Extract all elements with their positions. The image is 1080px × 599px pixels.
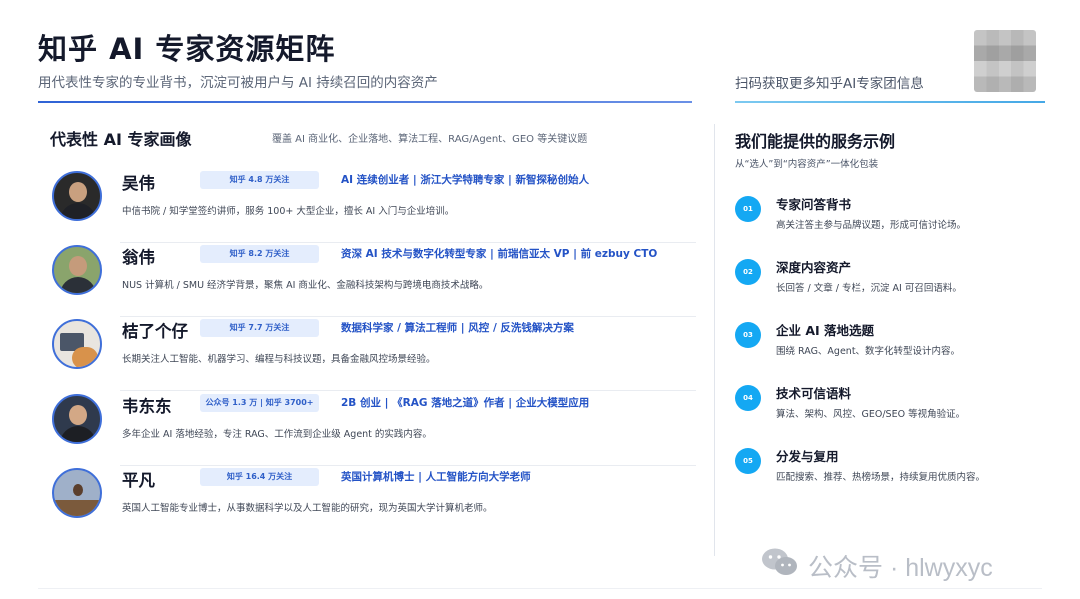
service-desc: 算法、架构、风控、GEO/SEO 等视角验证。 xyxy=(776,409,966,420)
service-item: 03 企业 AI 落地选题 围绕 RAG、Agent、数字化转型设计内容。 xyxy=(735,320,1055,376)
step-number-badge: 01 xyxy=(735,196,761,222)
service-item: 05 分发与复用 匹配搜索、推荐、热榜场景，持续复用优质内容。 xyxy=(735,446,1055,502)
step-number-badge: 03 xyxy=(735,322,761,348)
expert-card-ping-fan[interactable]: 平凡 知乎 16.4 万关注 英国计算机博士 | 人工智能方向大学老师 英国人工… xyxy=(50,466,696,540)
follower-badge: 知乎 7.7 万关注 xyxy=(200,319,319,337)
service-label: 企业 AI 落地选题 xyxy=(776,323,875,338)
service-label: 技术可信语料 xyxy=(776,386,852,401)
service-desc: 围绕 RAG、Agent、数字化转型设计内容。 xyxy=(776,346,961,357)
expert-role: 2B 创业 | 《RAG 落地之道》作者 | 企业大模型应用 xyxy=(341,397,590,409)
service-label: 专家问答背书 xyxy=(776,197,852,212)
watermark-text: 公众号 · hlwyxyc xyxy=(808,553,993,582)
expert-card-ju-le-ge-zai[interactable]: 桔了个仔 知乎 7.7 万关注 数据科学家 / 算法工程师 | 风控 / 反洗钱… xyxy=(50,317,696,391)
avatar xyxy=(52,245,102,295)
service-desc: 高关注答主参与品牌议题，形成可信讨论场。 xyxy=(776,220,967,231)
service-item: 01 专家问答背书 高关注答主参与品牌议题，形成可信讨论场。 xyxy=(735,194,1055,250)
expert-name: 吴伟 xyxy=(122,174,155,193)
expert-card-wu-wei[interactable]: 吴伟 知乎 4.8 万关注 AI 连续创业者 | 浙江大学特聘专家 | 新智探秘… xyxy=(50,169,696,243)
expert-desc: 长期关注人工智能、机器学习、编程与科技议题，具备金融风控场景经验。 xyxy=(122,354,436,365)
expert-name: 平凡 xyxy=(122,471,155,490)
expert-desc: 中信书院 / 知学堂签约讲师，服务 100+ 大型企业，擅长 AI 入门与企业培… xyxy=(122,206,455,217)
qr-code-image[interactable] xyxy=(974,30,1036,92)
service-desc: 长回答 / 文章 / 专栏，沉淀 AI 可召回语料。 xyxy=(776,283,962,294)
expert-role: 英国计算机博士 | 人工智能方向大学老师 xyxy=(341,471,531,483)
page-subtitle: 用代表性专家的专业背书，沉淀可被用户与 AI 持续召回的内容资产 xyxy=(38,75,438,91)
expert-desc: 英国人工智能专业博士，从事数据科学以及人工智能的研究，现为英国大学计算机老师。 xyxy=(122,503,493,514)
follower-badge: 知乎 16.4 万关注 xyxy=(200,468,319,486)
service-label: 分发与复用 xyxy=(776,449,839,464)
experts-section-note: 覆盖 AI 商业化、企业落地、算法工程、RAG/Agent、GEO 等关键议题 xyxy=(272,134,588,145)
follower-badge: 知乎 8.2 万关注 xyxy=(200,245,319,263)
service-item: 02 深度内容资产 长回答 / 文章 / 专栏，沉淀 AI 可召回语料。 xyxy=(735,257,1055,313)
follower-badge: 知乎 4.8 万关注 xyxy=(200,171,319,189)
row-divider xyxy=(120,390,696,391)
column-divider xyxy=(714,124,715,556)
header-divider xyxy=(38,101,692,103)
step-number-badge: 05 xyxy=(735,448,761,474)
step-number-badge: 04 xyxy=(735,385,761,411)
services-section-subtitle: 从“选人”到“内容资产”一体化包装 xyxy=(735,159,879,170)
avatar xyxy=(52,468,102,518)
service-label: 深度内容资产 xyxy=(776,260,852,275)
expert-role: 数据科学家 / 算法工程师 | 风控 / 反洗钱解决方案 xyxy=(341,322,574,334)
expert-desc: NUS 计算机 / SMU 经济学背景，聚焦 AI 商业化、金融科技架构与跨境电… xyxy=(122,280,489,291)
expert-name: 韦东东 xyxy=(122,397,172,416)
follower-badge: 公众号 1.3 万 | 知乎 3700+ xyxy=(200,394,319,412)
expert-role: AI 连续创业者 | 浙江大学特聘专家 | 新智探秘创始人 xyxy=(341,174,589,186)
expert-name: 翁伟 xyxy=(122,248,155,267)
experts-section-title: 代表性 AI 专家画像 xyxy=(50,130,192,149)
watermark: 公众号 · hlwyxyc xyxy=(760,546,993,585)
avatar xyxy=(52,319,102,369)
qr-divider xyxy=(735,101,1045,103)
service-item: 04 技术可信语料 算法、架构、风控、GEO/SEO 等视角验证。 xyxy=(735,383,1055,439)
expert-card-wei-dong-dong[interactable]: 韦东东 公众号 1.3 万 | 知乎 3700+ 2B 创业 | 《RAG 落地… xyxy=(50,392,696,466)
expert-desc: 多年企业 AI 落地经验，专注 RAG、工作流到企业级 Agent 的实践内容。 xyxy=(122,429,432,440)
expert-name: 桔了个仔 xyxy=(122,322,188,341)
page-title: 知乎 AI 专家资源矩阵 xyxy=(38,32,336,66)
expert-role: 资深 AI 技术与数字化转型专家 | 前瑞信亚太 VP | 前 ezbuy CT… xyxy=(341,248,658,260)
footer-divider xyxy=(38,588,1042,589)
avatar xyxy=(52,171,102,221)
wechat-icon xyxy=(760,546,800,585)
service-desc: 匹配搜索、推荐、热榜场景，持续复用优质内容。 xyxy=(776,472,986,483)
avatar xyxy=(52,394,102,444)
services-section-title: 我们能提供的服务示例 xyxy=(735,132,896,151)
expert-card-weng-wei[interactable]: 翁伟 知乎 8.2 万关注 资深 AI 技术与数字化转型专家 | 前瑞信亚太 V… xyxy=(50,243,696,317)
step-number-badge: 02 xyxy=(735,259,761,285)
qr-caption: 扫码获取更多知乎AI专家团信息 xyxy=(735,76,924,92)
